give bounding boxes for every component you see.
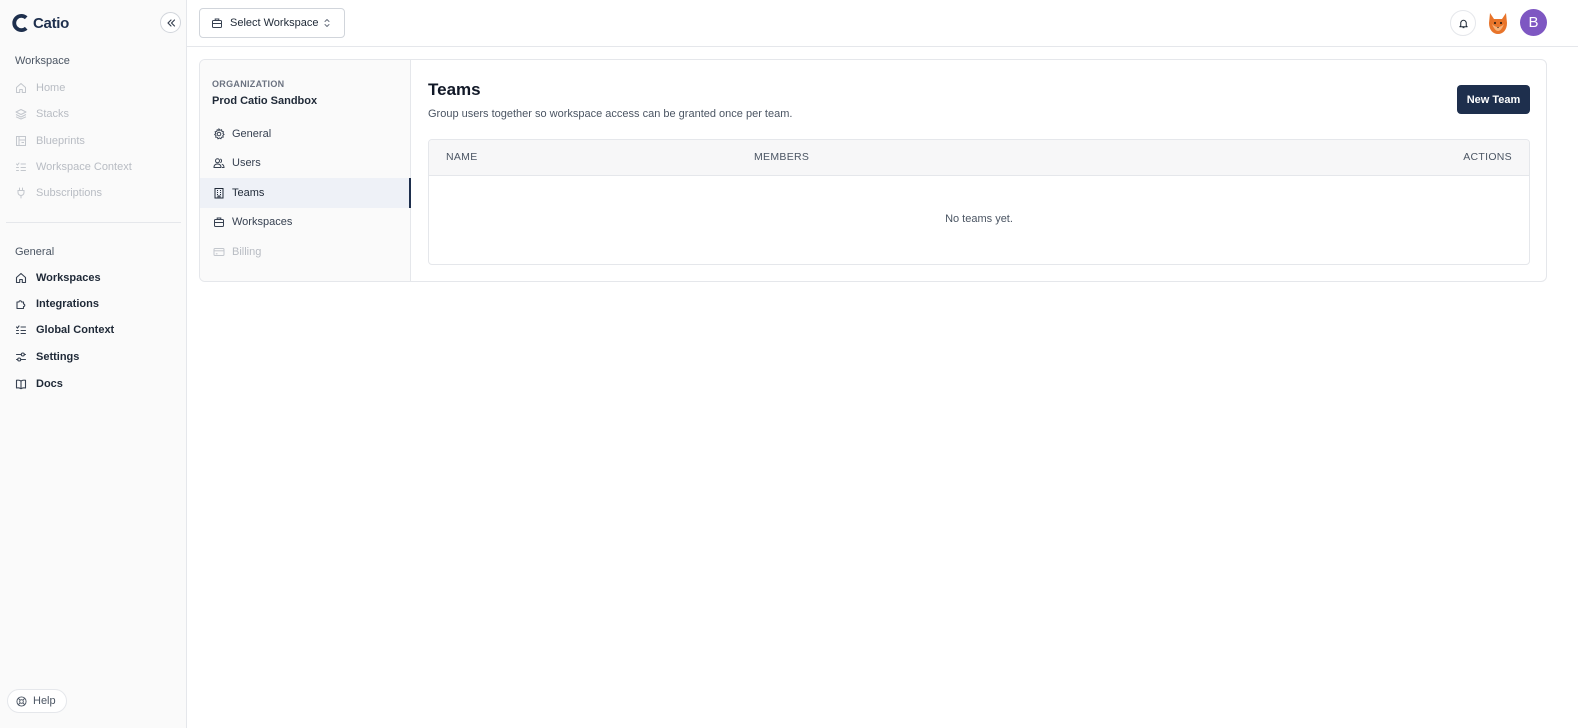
workspace-select-label: Select Workspace xyxy=(230,17,319,29)
blueprint-icon xyxy=(16,136,26,146)
teams-table: NAME MEMBERS ACTIONS No teams yet. xyxy=(428,139,1530,265)
page-subtitle: Group users together so workspace access… xyxy=(428,108,793,120)
help-circle-icon xyxy=(16,695,27,707)
column-header-members[interactable]: MEMBERS xyxy=(754,151,809,163)
settings-nav-users[interactable]: Users xyxy=(200,148,411,178)
sidebar-item-settings[interactable]: Settings xyxy=(15,348,79,366)
settings-nav: ORGANIZATION Prod Catio Sandbox General … xyxy=(200,60,411,281)
settings-nav-label: General xyxy=(232,128,272,140)
sidebar-item-label: Docs xyxy=(36,378,63,390)
sidebar-item-workspace-context[interactable]: Workspace Context xyxy=(15,158,132,176)
catio-logo-icon xyxy=(12,14,28,32)
chevron-up-down-icon xyxy=(324,19,330,27)
teams-panel: Teams Group users together so workspace … xyxy=(411,60,1546,281)
credit-card-icon xyxy=(213,248,225,256)
book-icon xyxy=(15,379,27,390)
settings-nav-teams[interactable]: Teams xyxy=(200,178,411,208)
sidebar-item-label: Stacks xyxy=(36,108,70,120)
layers-icon xyxy=(15,109,27,120)
brand-logo[interactable]: Catio xyxy=(11,13,69,33)
sidebar-item-label: Settings xyxy=(36,351,80,363)
empty-state-message: No teams yet. xyxy=(945,213,1013,225)
general-section-title: General xyxy=(15,246,55,258)
notifications-button[interactable] xyxy=(1450,10,1476,36)
settings-nav-billing[interactable]: Billing xyxy=(200,237,411,267)
sidebar-item-blueprints[interactable]: Blueprints xyxy=(15,132,85,150)
org-name: Prod Catio Sandbox xyxy=(212,95,318,107)
sidebar-item-integrations[interactable]: Integrations xyxy=(15,295,99,313)
settings-nav-workspaces[interactable]: Workspaces xyxy=(200,207,411,237)
sidebar-item-home[interactable]: Home xyxy=(15,79,65,97)
collapse-sidebar-button[interactable] xyxy=(160,12,181,33)
table-header: NAME MEMBERS ACTIONS xyxy=(429,140,1529,176)
briefcase-icon xyxy=(214,217,224,227)
bell-icon xyxy=(1458,19,1468,28)
chevrons-left-icon xyxy=(166,18,175,27)
workspace-section-title: Workspace xyxy=(15,55,70,67)
plug-icon xyxy=(17,187,25,199)
sidebar-item-subscriptions[interactable]: Subscriptions xyxy=(15,184,102,202)
sidebar-item-label: Workspaces xyxy=(36,272,101,284)
fox-mascot-icon[interactable] xyxy=(1485,9,1511,37)
settings-nav-label: Users xyxy=(232,157,261,169)
column-header-actions: ACTIONS xyxy=(1463,151,1512,163)
sidebar-item-label: Global Context xyxy=(36,324,115,336)
context-list-icon xyxy=(15,325,27,335)
column-header-name[interactable]: NAME xyxy=(446,151,478,163)
new-team-button[interactable]: New Team xyxy=(1457,85,1530,114)
settings-nav-label: Teams xyxy=(232,187,265,199)
settings-nav-general[interactable]: General xyxy=(200,119,411,149)
briefcase-icon xyxy=(212,18,222,28)
org-label: ORGANIZATION xyxy=(212,79,285,89)
brand-name: Catio xyxy=(33,14,70,32)
sidebar-item-label: Integrations xyxy=(36,298,99,310)
settings-nav-label: Workspaces xyxy=(232,216,293,228)
workspace-select[interactable]: Select Workspace xyxy=(199,8,345,38)
page-title: Teams xyxy=(428,80,481,99)
context-list-icon xyxy=(16,162,26,171)
app-root: Catio Workspace Home Stacks Blueprints W… xyxy=(0,0,1578,728)
sidebar-item-label: Subscriptions xyxy=(36,187,103,199)
sidebar-item-global-context[interactable]: Global Context xyxy=(15,321,114,339)
sidebar-item-workspaces[interactable]: Workspaces xyxy=(15,269,101,287)
sidebar-item-stacks[interactable]: Stacks xyxy=(15,105,69,123)
sidebar-item-label: Workspace Context xyxy=(36,161,132,173)
home-icon xyxy=(16,83,26,93)
sliders-icon xyxy=(15,352,27,362)
user-avatar[interactable]: B xyxy=(1520,9,1547,36)
users-icon xyxy=(213,158,225,168)
help-label: Help xyxy=(33,695,56,707)
help-button[interactable]: Help xyxy=(7,689,67,713)
puzzle-icon xyxy=(16,300,26,310)
sidebar: Catio Workspace Home Stacks Blueprints W… xyxy=(0,0,187,728)
building-icon xyxy=(214,188,224,199)
settings-nav-label: Billing xyxy=(232,246,262,258)
gear-icon xyxy=(213,128,225,140)
sidebar-divider xyxy=(6,222,181,223)
sidebar-item-docs[interactable]: Docs xyxy=(15,375,63,393)
sidebar-item-label: Home xyxy=(36,82,66,94)
top-bar: Select Workspace B xyxy=(187,0,1578,47)
settings-card: ORGANIZATION Prod Catio Sandbox General … xyxy=(199,59,1547,282)
sidebar-item-label: Blueprints xyxy=(36,135,85,147)
home-icon xyxy=(15,272,27,284)
